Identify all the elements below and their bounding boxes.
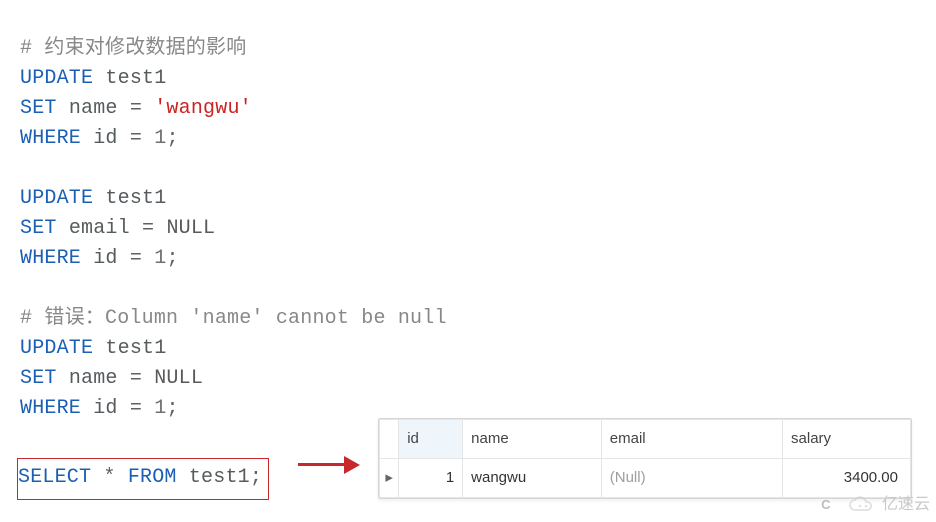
col-salary[interactable]: salary (783, 420, 911, 459)
col-name[interactable]: name (463, 420, 602, 459)
cell-id[interactable]: 1 (399, 459, 463, 498)
num-1: 1 (154, 247, 166, 270)
id-id: id (93, 247, 117, 270)
id-id: id (93, 397, 117, 420)
id-test1: test1 (105, 187, 166, 210)
id-test1: test1 (105, 67, 166, 90)
comment-hash: # (20, 37, 44, 60)
cloud-icon (846, 495, 876, 515)
kw-set: SET (20, 97, 57, 120)
semi: ; (250, 466, 262, 489)
semi: ; (166, 247, 178, 270)
eq: = (118, 397, 155, 420)
header-row: id name email salary (380, 420, 911, 459)
semi: ; (166, 127, 178, 150)
id-test1: test1 (105, 337, 166, 360)
kw-update: UPDATE (20, 187, 93, 210)
kw-where: WHERE (20, 397, 81, 420)
num-1: 1 (154, 397, 166, 420)
eq: = (130, 217, 167, 240)
id-name: name (69, 367, 118, 390)
kw-update: UPDATE (20, 337, 93, 360)
row-pointer-header (380, 420, 399, 459)
null: NULL (166, 217, 215, 240)
col-id[interactable]: id (399, 420, 463, 459)
eq: = (118, 247, 155, 270)
id-test1: test1 (189, 466, 250, 489)
kw-set: SET (20, 217, 57, 240)
id-name: name (69, 97, 118, 120)
kw-set: SET (20, 367, 57, 390)
kw-where: WHERE (20, 247, 81, 270)
col-email[interactable]: email (601, 420, 782, 459)
id-id: id (93, 127, 117, 150)
comment-2: 错误：Column 'name' cannot be null (44, 307, 446, 330)
select-highlight: SELECT * FROM test1; (17, 458, 269, 500)
str-wangwu: 'wangwu' (154, 97, 252, 120)
corner-mark: C (821, 490, 831, 520)
result-grid: id name email salary ▸ 1 wangwu (Null) 3… (378, 418, 912, 499)
watermark-text: 亿速云 (882, 490, 930, 520)
id-email: email (69, 217, 130, 240)
eq: = (118, 127, 155, 150)
cell-email[interactable]: (Null) (601, 459, 782, 498)
kw-update: UPDATE (20, 67, 93, 90)
null: NULL (154, 367, 203, 390)
kw-from: FROM (128, 466, 177, 489)
kw-where: WHERE (20, 127, 81, 150)
star: * (103, 466, 115, 489)
watermark: 亿速云 (846, 490, 930, 520)
comment-1: 约束对修改数据的影响 (44, 37, 246, 60)
comment-hash: # (20, 307, 44, 330)
kw-select: SELECT (18, 466, 91, 489)
row-pointer-icon: ▸ (380, 459, 399, 498)
arrow-icon (298, 452, 378, 478)
eq: = (118, 97, 155, 120)
eq: = (118, 367, 155, 390)
cell-name[interactable]: wangwu (463, 459, 602, 498)
semi: ; (166, 397, 178, 420)
num-1: 1 (154, 127, 166, 150)
